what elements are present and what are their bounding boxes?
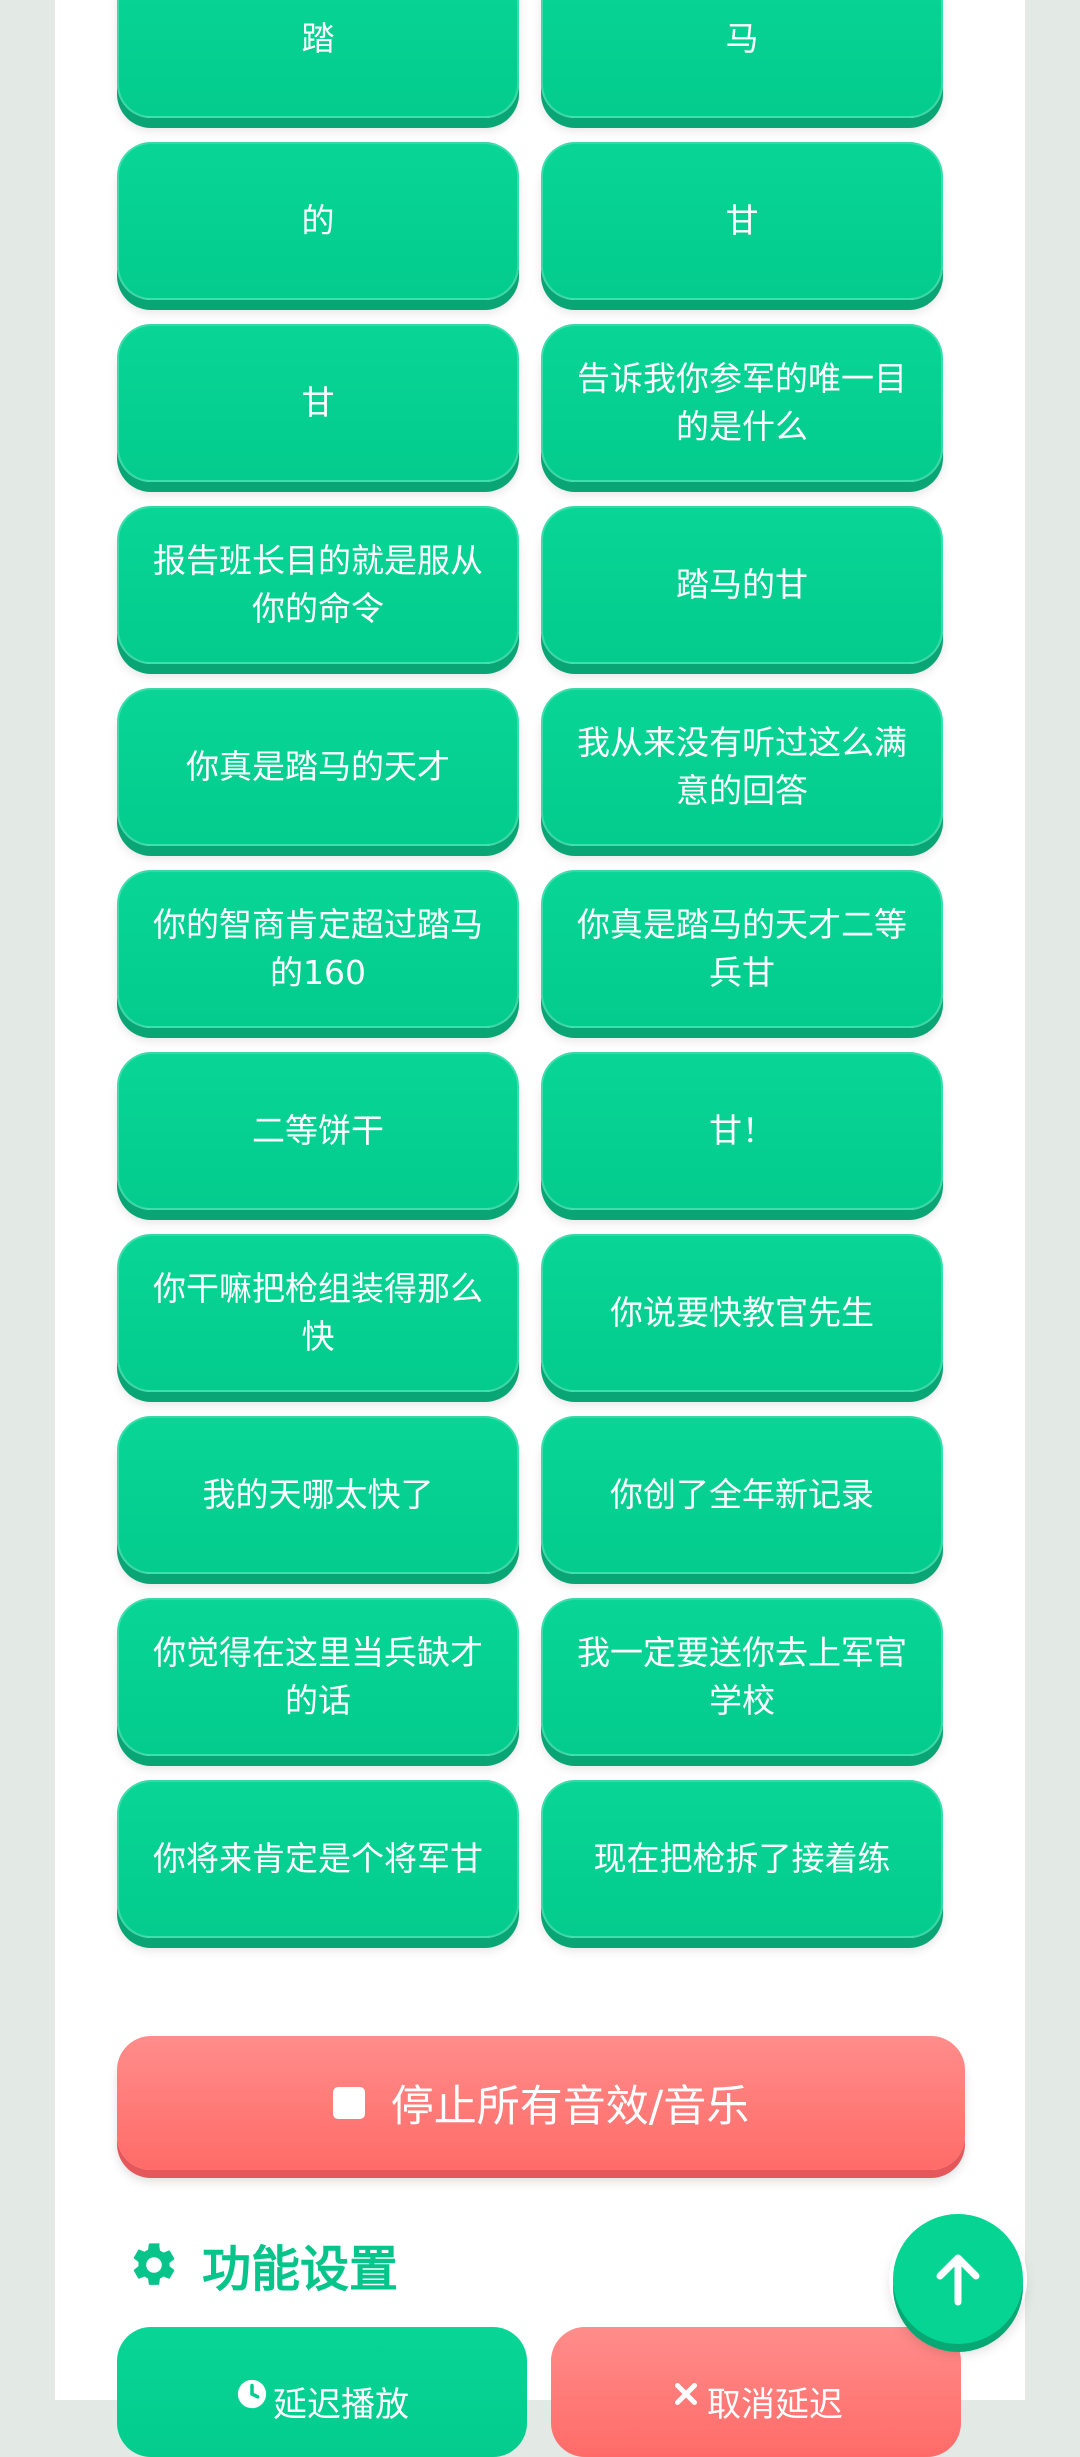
sound-button[interactable]: 现在把枪拆了接着练: [541, 1780, 943, 1938]
settings-title-text: 功能设置: [202, 2240, 399, 2298]
cancel-delay-button[interactable]: 取消延迟: [551, 2327, 961, 2457]
sound-button[interactable]: 马: [541, 0, 943, 118]
sound-button[interactable]: 你真是踏马的天才: [117, 688, 519, 846]
sound-button[interactable]: 踏马的甘: [541, 506, 943, 664]
sound-button[interactable]: 甘！: [541, 1052, 943, 1210]
delay-play-label: 延迟播放: [273, 2385, 409, 2425]
sound-button[interactable]: 二等饼干: [117, 1052, 519, 1210]
sound-button[interactable]: 你将来肯定是个将军甘: [117, 1780, 519, 1938]
delay-play-button[interactable]: 延迟播放: [117, 2327, 527, 2457]
sound-button[interactable]: 踏: [117, 0, 519, 118]
sound-button[interactable]: 你真是踏马的天才二等兵甘: [541, 870, 943, 1028]
stop-icon: [332, 2087, 365, 2119]
sound-button[interactable]: 告诉我你参军的唯一目的是什么: [541, 324, 943, 482]
arrow-up-icon: [936, 2254, 980, 2306]
sound-button[interactable]: 甘: [117, 324, 519, 482]
sound-button[interactable]: 的: [117, 142, 519, 300]
stop-all-button[interactable]: 停止所有音效/音乐: [117, 2036, 965, 2170]
scroll-to-top-button[interactable]: [893, 2214, 1023, 2344]
cancel-delay-label: 取消延迟: [707, 2385, 843, 2425]
sound-button[interactable]: 你觉得在这里当兵缺才的话: [117, 1598, 519, 1756]
settings-section-title: 功能设置: [128, 2232, 398, 2298]
close-icon: [675, 2383, 697, 2405]
sound-button[interactable]: 你创了全年新记录: [541, 1416, 943, 1574]
sound-button[interactable]: 报告班长目的就是服从你的命令: [117, 506, 519, 664]
clock-icon: [237, 2379, 267, 2409]
sound-button[interactable]: 我从来没有听过这么满意的回答: [541, 688, 943, 846]
gear-icon: [133, 2243, 175, 2285]
sound-button[interactable]: 甘: [541, 142, 943, 300]
sound-button-grid: 踏 马 的 甘 甘 告诉我你参军的唯一目的是什么 报告班长目的就是服从你的命令 …: [117, 0, 943, 1938]
stop-all-label: 停止所有音效/音乐: [390, 2082, 750, 2132]
sound-button[interactable]: 我一定要送你去上军官学校: [541, 1598, 943, 1756]
sound-button[interactable]: 你说要快教官先生: [541, 1234, 943, 1392]
sound-button[interactable]: 我的天哪太快了: [117, 1416, 519, 1574]
sound-button[interactable]: 你的智商肯定超过踏马的160: [117, 870, 519, 1028]
sound-button[interactable]: 你干嘛把枪组装得那么快: [117, 1234, 519, 1392]
